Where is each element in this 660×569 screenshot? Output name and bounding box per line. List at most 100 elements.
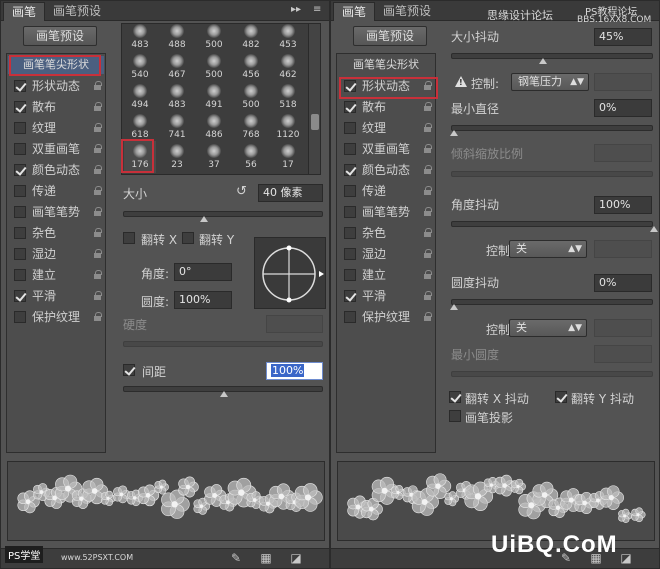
brush-tip-cell[interactable]: 456 [235,51,267,83]
brush-option-item[interactable]: 传递 [340,182,434,201]
roundness-control-select[interactable]: 关 ▲▼ [509,319,587,337]
lock-icon[interactable] [93,228,102,238]
option-checkbox[interactable] [344,206,356,218]
brush-tip-cell[interactable]: 488 [161,24,193,53]
size-slider[interactable] [123,211,323,222]
option-checkbox[interactable] [344,227,356,239]
brush-tip-cell[interactable]: 23 [161,141,193,173]
brush-tip-cell[interactable]: 540 [124,51,156,83]
brush-tip-cell[interactable]: 486 [198,111,230,143]
brush-tip-cell[interactable]: 1120 [272,111,304,143]
lock-icon[interactable] [423,207,432,217]
lock-icon[interactable] [423,123,432,133]
brush-tip-cell[interactable]: 500 [198,24,230,53]
lock-icon[interactable] [93,123,102,133]
option-checkbox[interactable] [14,143,26,155]
angle-roundness-widget[interactable] [254,237,326,309]
lock-icon[interactable] [93,186,102,196]
brush-tip-cell[interactable]: 500 [235,81,267,113]
option-checkbox[interactable] [344,122,356,134]
option-checkbox[interactable] [344,143,356,155]
lock-icon[interactable] [93,165,102,175]
brush-option-item[interactable]: 双重画笔 [340,140,434,159]
brush-tip-cell[interactable]: 37 [198,141,230,173]
brush-option-item[interactable]: 纹理 [340,119,434,138]
control-select[interactable]: 钢笔压力 ▲▼ [511,73,589,91]
lock-icon[interactable] [423,312,432,322]
brush-option-item[interactable]: 平滑 [10,287,104,306]
lock-icon[interactable] [93,102,102,112]
angle-field[interactable]: 0° [174,263,232,281]
roundness-jitter-field[interactable]: 0% [594,274,652,292]
slider-knob[interactable] [538,58,547,64]
option-checkbox[interactable] [14,122,26,134]
brush-option-item[interactable]: 建立 [340,266,434,285]
brush-tip-cell[interactable]: 56 [235,141,267,173]
brush-tip-cell[interactable]: 483 [161,81,193,113]
roundness-field[interactable]: 100% [174,291,232,309]
lock-icon[interactable] [423,186,432,196]
angle-control-select[interactable]: 关 ▲▼ [509,240,587,258]
brush-tip-cell[interactable]: 741 [161,111,193,143]
lock-icon[interactable] [423,144,432,154]
brush-option-item[interactable]: 建立 [10,266,104,285]
size-jitter-slider[interactable] [451,53,653,64]
brush-option-item[interactable]: 杂色 [10,224,104,243]
spacing-checkbox[interactable] [123,364,135,376]
lock-icon[interactable] [93,270,102,280]
brush-tip-cell[interactable]: 518 [272,81,304,113]
option-checkbox[interactable] [344,164,356,176]
brush-option-item[interactable]: 保护纹理 [10,308,104,327]
brush-option-item[interactable]: 散布 [10,98,104,117]
slider-knob[interactable] [220,391,228,397]
brush-tip-cell[interactable]: 462 [272,51,304,83]
lock-icon[interactable] [423,102,432,112]
slider-knob[interactable] [200,216,208,222]
lock-icon[interactable] [93,81,102,91]
flip-y-checkbox[interactable] [182,232,194,244]
brush-option-item[interactable]: 湿边 [340,245,434,264]
min-diameter-slider[interactable] [450,125,653,136]
spacing-slider[interactable] [123,386,323,397]
lock-icon[interactable] [423,291,432,301]
collapse-icon[interactable]: ▸▸ [291,4,301,15]
option-checkbox[interactable] [344,311,356,323]
brush-option-item[interactable]: 颜色动态 [10,161,104,180]
brush-projection-checkbox[interactable] [449,410,461,422]
brush-option-item[interactable]: 双重画笔 [10,140,104,159]
brush-tip-cell[interactable]: 482 [235,24,267,53]
slider-knob[interactable] [650,226,658,232]
slider-knob[interactable] [450,304,458,310]
reset-size-icon[interactable]: ↺ [236,184,247,199]
option-checkbox[interactable] [14,101,26,113]
size-field[interactable]: 40 像素 [258,184,323,202]
tab-brush-presets[interactable]: 画笔预设 [375,2,439,21]
panel-menu-icon[interactable]: ≡ [313,4,321,15]
grid-scrollbar[interactable] [308,24,320,174]
brush-option-item[interactable]: 平滑 [340,287,434,306]
option-checkbox[interactable] [14,311,26,323]
lock-icon[interactable] [423,228,432,238]
brush-option-item[interactable]: 湿边 [10,245,104,264]
brush-option-item[interactable]: 杂色 [340,224,434,243]
option-checkbox[interactable] [14,248,26,260]
option-checkbox[interactable] [344,269,356,281]
option-checkbox[interactable] [14,227,26,239]
new-brush-icon[interactable]: ◪ [619,552,633,565]
lock-icon[interactable] [93,144,102,154]
brush-tip-cell[interactable]: 483 [124,24,156,53]
angle-jitter-field[interactable]: 100% [594,196,652,214]
tab-brush[interactable]: 画笔 [333,2,376,21]
brush-option-item[interactable]: 画笔笔势 [10,203,104,222]
scroll-thumb[interactable] [311,114,319,130]
lock-icon[interactable] [423,270,432,280]
lock-icon[interactable] [93,291,102,301]
lock-icon[interactable] [423,165,432,175]
spacing-field[interactable]: 100% [266,362,323,380]
brush-option-item[interactable]: 传递 [10,182,104,201]
roundness-jitter-slider[interactable] [450,299,653,310]
grid-icon[interactable]: ▦ [259,552,273,565]
slider-knob[interactable] [450,130,458,136]
min-diameter-field[interactable]: 0% [594,99,652,117]
angle-jitter-slider[interactable] [451,221,658,232]
